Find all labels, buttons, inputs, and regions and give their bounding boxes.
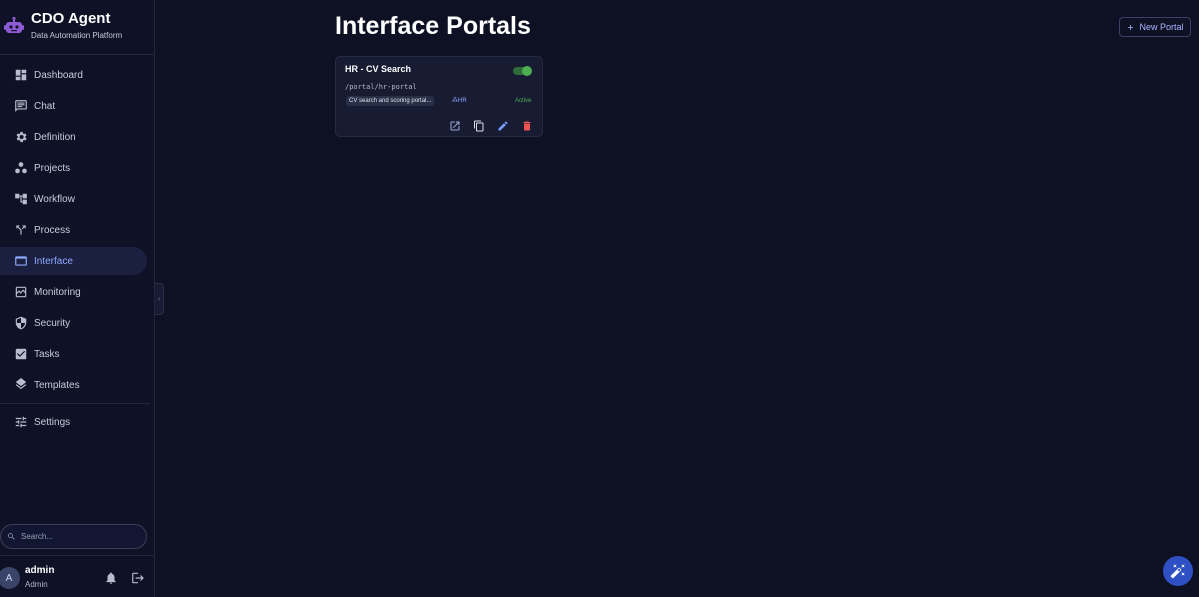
chat-icon <box>14 99 28 113</box>
sidebar-item-label: Interface <box>34 255 73 267</box>
sidebar-item-process[interactable]: Process <box>0 216 147 244</box>
plus-icon <box>1128 24 1134 30</box>
trash-icon <box>523 121 531 131</box>
sidebar-item-label: Security <box>34 317 71 329</box>
sidebar-item-chat[interactable]: Chat <box>0 92 147 120</box>
sidebar-item-label: Settings <box>34 416 71 428</box>
sidebar-item-definition[interactable]: Definition <box>0 123 147 151</box>
bell-icon <box>106 572 116 584</box>
sliders-icon <box>14 415 28 429</box>
page-title: Interface Portals <box>335 12 531 40</box>
sidebar-item-label: Templates <box>34 379 80 391</box>
app-subtitle: Data Automation Platform <box>31 31 123 40</box>
gear-icon <box>14 130 28 144</box>
open-external-icon <box>450 121 460 131</box>
user-name: admin <box>25 565 55 576</box>
search-box <box>0 524 147 549</box>
user-role: Admin <box>25 580 48 589</box>
projects-icon <box>14 161 28 175</box>
avatar[interactable]: A <box>0 567 20 589</box>
sidebar-item-tasks[interactable]: Tasks <box>0 340 147 368</box>
sidebar-item-interface[interactable]: Interface <box>0 247 147 275</box>
sidebar-item-label: Monitoring <box>34 286 81 298</box>
monitoring-icon <box>14 285 28 299</box>
edit-portal-button[interactable] <box>497 119 509 131</box>
sidebar-item-dashboard[interactable]: Dashboard <box>0 61 147 89</box>
app-title: CDO Agent <box>31 10 111 27</box>
shield-icon <box>14 316 28 330</box>
sidebar-item-label: Chat <box>34 100 56 112</box>
ai-assistant-button[interactable] <box>1163 556 1193 586</box>
portal-title: HR - CV Search <box>345 64 412 74</box>
fork-icon <box>14 223 28 237</box>
portal-card[interactable]: HR - CV Search /portal/hr-portal CV sear… <box>335 56 543 137</box>
delete-portal-button[interactable] <box>521 119 533 131</box>
layers-icon <box>14 378 28 392</box>
copy-icon <box>474 120 484 132</box>
sidebar-item-projects[interactable]: Projects <box>0 154 147 182</box>
portal-tag-label: HR <box>458 98 467 104</box>
checkbox-icon <box>14 347 28 361</box>
logout-icon <box>132 572 144 584</box>
robot-logo-icon <box>4 16 24 33</box>
brand-header: CDO Agent Data Automation Platform <box>0 0 154 55</box>
sidebar-item-label: Workflow <box>34 193 75 205</box>
search-input[interactable] <box>21 532 131 541</box>
sidebar-item-templates[interactable]: Templates <box>0 371 147 399</box>
portal-path: /portal/hr-portal <box>345 83 417 91</box>
portal-tag-chip: ⁂HR <box>452 97 467 106</box>
open-portal-button[interactable] <box>449 119 461 131</box>
copy-portal-button[interactable] <box>473 119 485 132</box>
window-icon <box>14 254 28 268</box>
portal-enabled-toggle[interactable] <box>513 66 532 76</box>
pencil-icon <box>498 121 508 131</box>
notifications-button[interactable] <box>104 571 118 585</box>
search-icon <box>8 533 15 540</box>
workflow-icon <box>14 192 28 206</box>
toggle-knob <box>522 66 532 76</box>
sidebar-item-monitoring[interactable]: Monitoring <box>0 278 147 306</box>
logout-button[interactable] <box>131 571 145 585</box>
new-portal-label: New Portal <box>1139 22 1184 32</box>
sidebar-item-security[interactable]: Security <box>0 309 147 337</box>
sidebar-collapse-handle[interactable]: ‹ <box>155 283 164 315</box>
dashboard-icon <box>14 68 28 82</box>
sidebar-item-label: Dashboard <box>34 69 83 81</box>
sidebar-item-label: Definition <box>34 131 76 143</box>
chevron-left-icon: ‹ <box>157 295 161 303</box>
user-bar: A admin Admin <box>0 555 154 597</box>
nav-divider <box>0 403 150 404</box>
sidebar-item-label: Tasks <box>34 348 60 360</box>
sidebar-item-label: Process <box>34 224 71 236</box>
sidebar-item-label: Projects <box>34 162 71 174</box>
sidebar-item-workflow[interactable]: Workflow <box>0 185 147 213</box>
sidebar: CDO Agent Data Automation Platform Dashb… <box>0 0 155 597</box>
sidebar-item-settings[interactable]: Settings <box>0 408 147 436</box>
portal-description-chip: CV search and scoring portal... <box>346 96 435 106</box>
magic-wand-icon <box>1170 564 1185 579</box>
status-badge: Active <box>515 98 532 104</box>
new-portal-button[interactable]: New Portal <box>1119 17 1191 37</box>
